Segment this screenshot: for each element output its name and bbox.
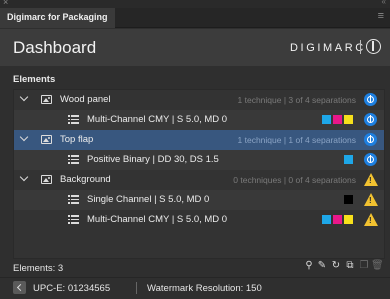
digimarc-status-icon[interactable] bbox=[364, 113, 377, 126]
technique-name: Multi-Channel CMY | S 5.0, MD 0 bbox=[87, 114, 228, 125]
technique-row[interactable]: Multi-Channel CMY | S 5.0, MD 0 ! bbox=[14, 210, 384, 230]
technique-row[interactable]: Positive Binary | DD 30, DS 1.5 bbox=[14, 150, 384, 170]
back-button[interactable] bbox=[13, 281, 26, 294]
digimarc-mark-icon bbox=[366, 39, 381, 54]
panel-menu-icon[interactable]: ≡ bbox=[378, 10, 384, 22]
list-icon bbox=[68, 215, 79, 224]
panel-tabbar: Digimarc for Packaging ≡ bbox=[0, 8, 390, 28]
duplicate-icon[interactable]: ⧉ bbox=[344, 260, 356, 272]
yellow-swatch bbox=[344, 215, 353, 224]
warning-icon[interactable]: ! bbox=[364, 173, 378, 186]
tab-digimarc-for-packaging[interactable]: Digimarc for Packaging bbox=[0, 8, 115, 28]
technique-name: Positive Binary | DD 30, DS 1.5 bbox=[87, 154, 219, 165]
status-bar: UPC-E: 01234565 Watermark Resolution: 15… bbox=[0, 277, 390, 299]
digimarc-status-icon[interactable] bbox=[364, 93, 377, 106]
magenta-swatch bbox=[333, 215, 342, 224]
refresh-icon[interactable]: ↻ bbox=[330, 260, 342, 272]
status-divider bbox=[136, 282, 137, 294]
cyan-swatch bbox=[344, 155, 353, 164]
list-icon bbox=[68, 195, 79, 204]
element-toolbar: ⚲ ✎ ↻ ⧉ ❐ 🗑 bbox=[303, 260, 383, 274]
technique-row[interactable]: Multi-Channel CMY | S 5.0, MD 0 bbox=[14, 110, 384, 130]
cyan-swatch bbox=[322, 215, 331, 224]
black-swatch bbox=[344, 195, 353, 204]
pencil-icon[interactable]: ✎ bbox=[316, 260, 328, 272]
image-icon bbox=[41, 175, 52, 184]
chevron-down-icon[interactable] bbox=[19, 172, 29, 182]
upc-code: UPC-E: 01234565 bbox=[33, 283, 111, 294]
digimarc-brand-logo: DIGIMARC bbox=[290, 42, 366, 54]
image-icon bbox=[41, 135, 52, 144]
panel-chrome: × « bbox=[0, 0, 390, 8]
technique-name: Single Channel | S 5.0, MD 0 bbox=[87, 194, 210, 205]
dashboard-header: Dashboard DIGIMARC bbox=[0, 29, 390, 66]
element-summary: 1 technique | 1 of 4 separations bbox=[237, 135, 356, 145]
element-name: Wood panel bbox=[60, 94, 111, 105]
elements-section-label: Elements bbox=[13, 74, 56, 85]
yellow-swatch bbox=[344, 115, 353, 124]
elements-count: Elements: 3 bbox=[13, 263, 64, 274]
trash-icon[interactable]: 🗑 bbox=[371, 260, 384, 272]
page-title: Dashboard bbox=[13, 38, 97, 57]
copy-icon[interactable]: ❐ bbox=[358, 260, 370, 272]
image-icon bbox=[41, 95, 52, 104]
chevron-down-icon[interactable] bbox=[19, 132, 29, 142]
watermark-resolution: Watermark Resolution: 150 bbox=[147, 283, 262, 294]
collapse-panel-button[interactable]: « bbox=[382, 0, 386, 6]
technique-row[interactable]: Single Channel | S 5.0, MD 0 ! bbox=[14, 190, 384, 210]
list-icon bbox=[68, 155, 79, 164]
brand-divider bbox=[360, 40, 361, 54]
cyan-swatch bbox=[322, 115, 331, 124]
magenta-swatch bbox=[333, 115, 342, 124]
element-summary: 1 technique | 3 of 4 separations bbox=[237, 95, 356, 105]
chevron-down-icon[interactable] bbox=[19, 92, 29, 102]
detect-icon[interactable]: ⚲ bbox=[303, 260, 315, 272]
element-row-background[interactable]: Background 0 techniques | 0 of 4 separat… bbox=[14, 170, 384, 190]
warning-icon[interactable]: ! bbox=[364, 193, 378, 206]
element-row-wood-panel[interactable]: Wood panel 1 technique | 3 of 4 separati… bbox=[14, 90, 384, 110]
technique-name: Multi-Channel CMY | S 5.0, MD 0 bbox=[87, 214, 228, 225]
close-panel-button[interactable]: × bbox=[3, 0, 8, 7]
list-icon bbox=[68, 115, 79, 124]
element-name: Background bbox=[60, 174, 111, 185]
warning-icon[interactable]: ! bbox=[364, 213, 378, 226]
element-summary: 0 techniques | 0 of 4 separations bbox=[233, 175, 356, 185]
element-name: Top flap bbox=[60, 134, 94, 145]
element-row-top-flap[interactable]: Top flap 1 technique | 1 of 4 separation… bbox=[14, 130, 384, 150]
elements-list: Wood panel 1 technique | 3 of 4 separati… bbox=[13, 89, 385, 259]
digimarc-status-icon[interactable] bbox=[364, 133, 377, 146]
digimarc-status-icon[interactable] bbox=[364, 153, 377, 166]
